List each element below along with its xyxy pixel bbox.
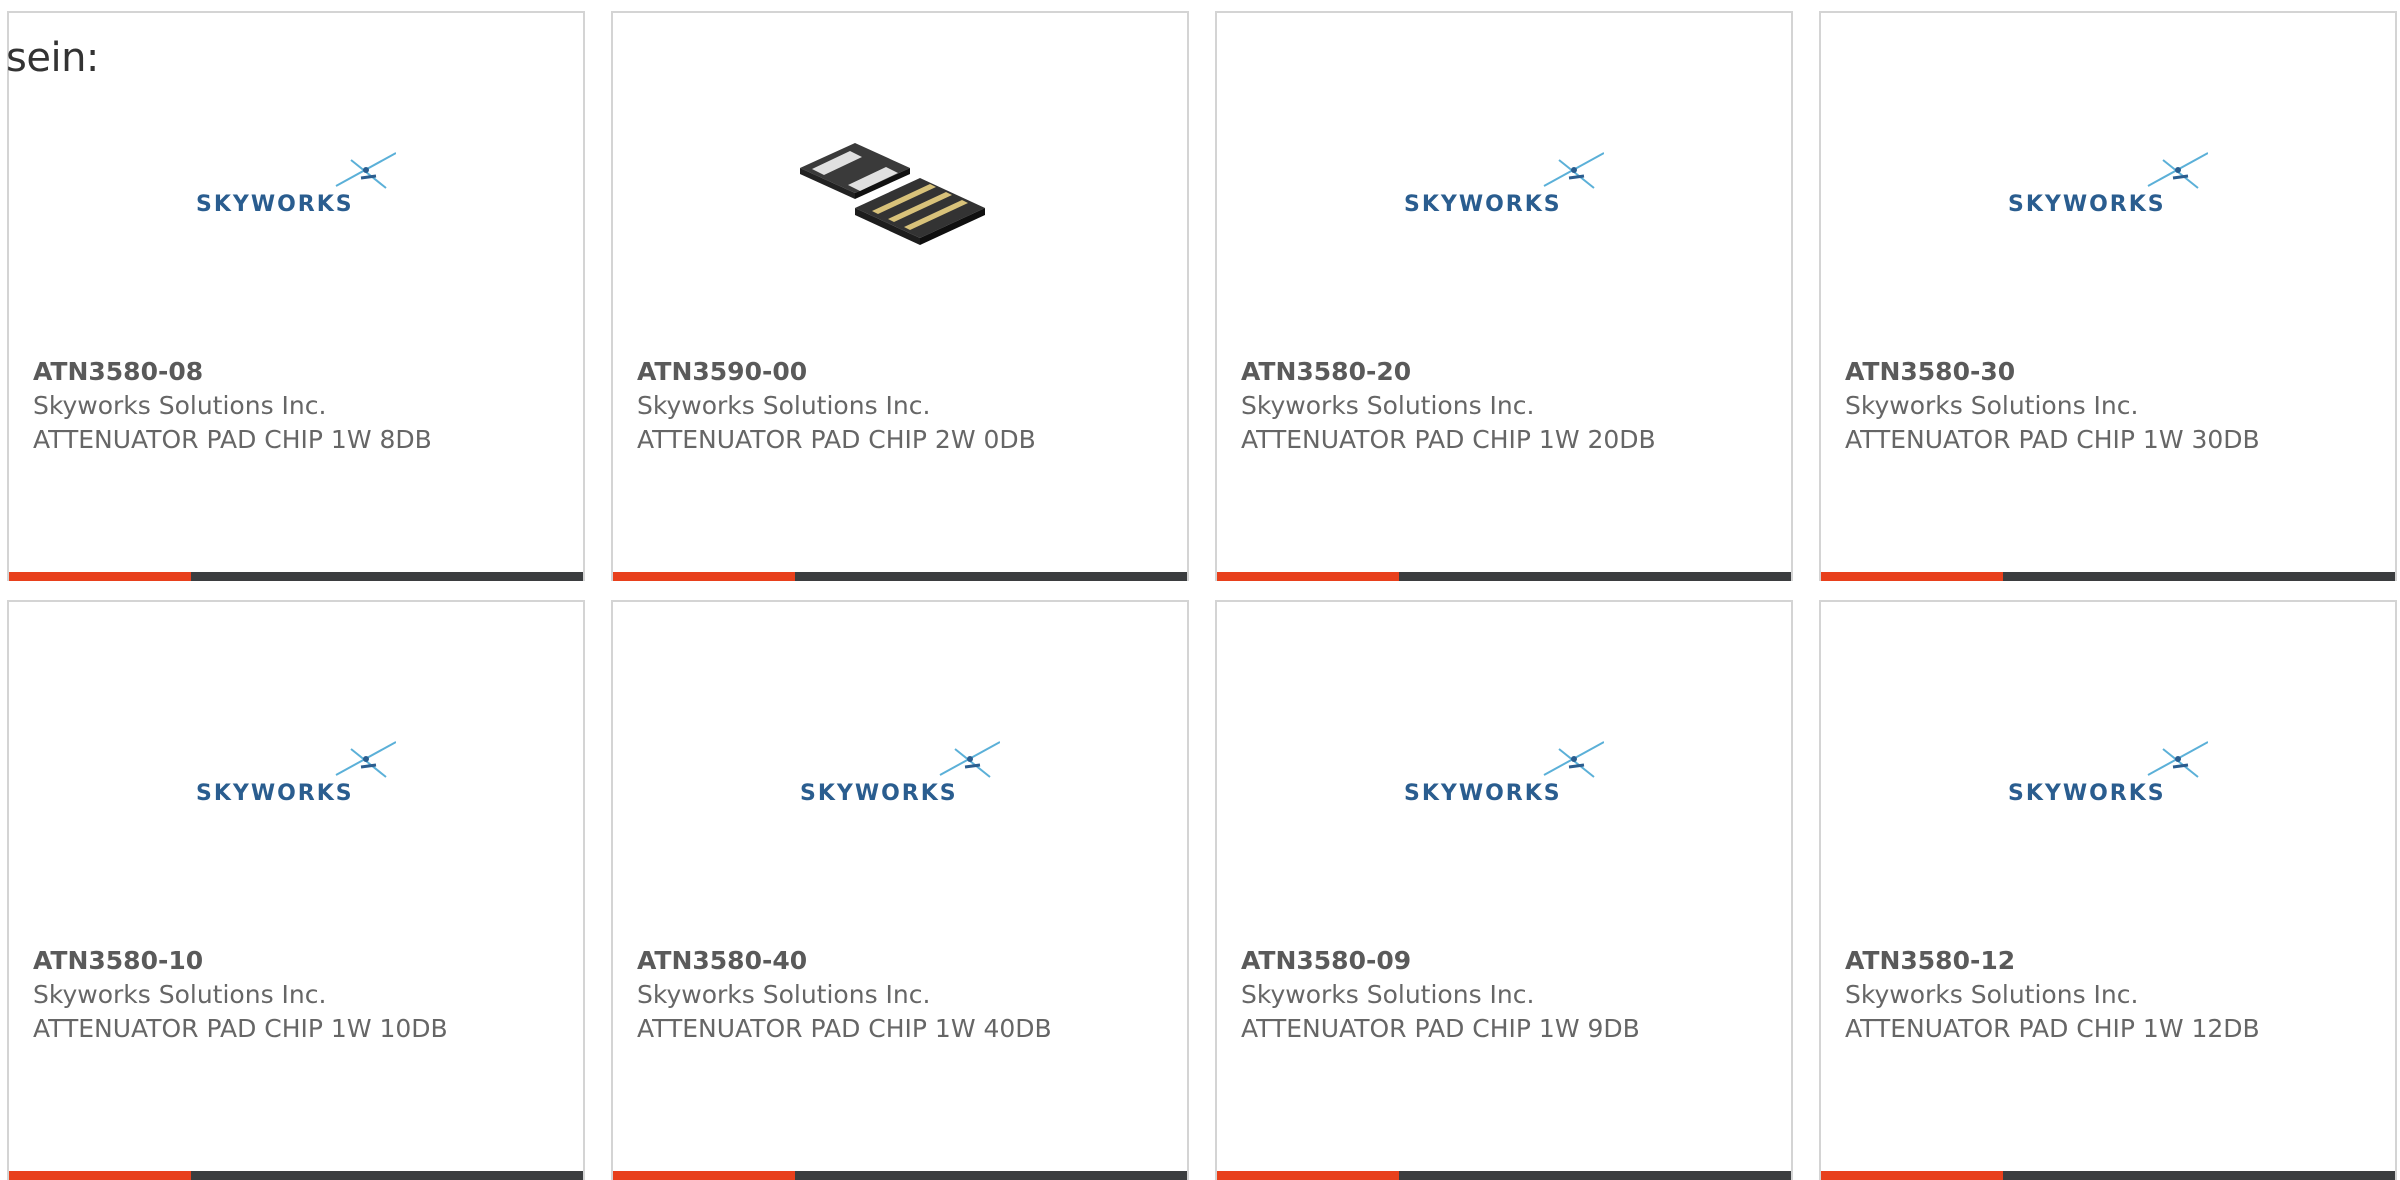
card-accent-bar [613, 1171, 1187, 1180]
card-accent-bar [1217, 572, 1791, 581]
product-card[interactable]: SKYWORKS ATN3580-10 Skyworks Solutions I… [7, 600, 585, 1180]
manufacturer-name: Skyworks Solutions Inc. [637, 980, 931, 1009]
product-image[interactable]: SKYWORKS [9, 722, 583, 872]
part-number[interactable]: ATN3580-40 [637, 944, 1163, 978]
product-description: ATTENUATOR PAD CHIP 1W 12DB [1845, 1014, 2260, 1043]
product-description: ATTENUATOR PAD CHIP 1W 10DB [33, 1014, 448, 1043]
product-card[interactable]: SKYWORKS ATN3580-20 Skyworks Solutions I… [1215, 11, 1793, 581]
skyworks-logo-icon: SKYWORKS [2008, 148, 2208, 223]
product-image[interactable]: SKYWORKS [1821, 722, 2395, 872]
part-number[interactable]: ATN3580-12 [1845, 944, 2371, 978]
product-card[interactable]: ATN3590-00 Skyworks Solutions Inc. ATTEN… [611, 11, 1189, 581]
skyworks-logo-icon: SKYWORKS [196, 148, 396, 223]
product-card[interactable]: SKYWORKS ATN3580-30 Skyworks Solutions I… [1819, 11, 2397, 581]
card-accent-bar [1821, 1171, 2395, 1180]
product-image[interactable]: SKYWORKS [1217, 133, 1791, 283]
product-description: ATTENUATOR PAD CHIP 1W 9DB [1241, 1014, 1640, 1043]
part-number[interactable]: ATN3580-09 [1241, 944, 1767, 978]
product-card[interactable]: SKYWORKS ATN3580-08 Skyworks Solutions I… [7, 11, 585, 581]
skyworks-logo-icon: SKYWORKS [1404, 148, 1604, 223]
manufacturer-name: Skyworks Solutions Inc. [1241, 391, 1535, 420]
product-image[interactable]: SKYWORKS [1821, 133, 2395, 283]
skyworks-logo-icon: SKYWORKS [2008, 737, 2208, 812]
manufacturer-name: Skyworks Solutions Inc. [1845, 980, 2139, 1009]
product-image[interactable]: SKYWORKS [613, 722, 1187, 872]
card-accent-bar [613, 572, 1187, 581]
product-description: ATTENUATOR PAD CHIP 1W 30DB [1845, 425, 2260, 454]
product-card[interactable]: SKYWORKS ATN3580-09 Skyworks Solutions I… [1215, 600, 1793, 1180]
product-description: ATTENUATOR PAD CHIP 2W 0DB [637, 425, 1036, 454]
product-image[interactable]: SKYWORKS [1217, 722, 1791, 872]
part-number[interactable]: ATN3590-00 [637, 355, 1163, 389]
product-image[interactable] [613, 133, 1187, 283]
intro-text: sein: [6, 35, 99, 81]
chip-component-icon [800, 143, 985, 245]
manufacturer-name: Skyworks Solutions Inc. [637, 391, 931, 420]
card-accent-bar [1217, 1171, 1791, 1180]
part-number[interactable]: ATN3580-20 [1241, 355, 1767, 389]
product-card[interactable]: SKYWORKS ATN3580-12 Skyworks Solutions I… [1819, 600, 2397, 1180]
product-description: ATTENUATOR PAD CHIP 1W 8DB [33, 425, 432, 454]
card-accent-bar [1821, 572, 2395, 581]
product-image[interactable]: SKYWORKS [9, 133, 583, 283]
skyworks-logo-icon: SKYWORKS [1404, 737, 1604, 812]
product-description: ATTENUATOR PAD CHIP 1W 40DB [637, 1014, 1052, 1043]
skyworks-logo-icon: SKYWORKS [800, 737, 1000, 812]
product-card[interactable]: SKYWORKS ATN3580-40 Skyworks Solutions I… [611, 600, 1189, 1180]
manufacturer-name: Skyworks Solutions Inc. [1241, 980, 1535, 1009]
part-number[interactable]: ATN3580-30 [1845, 355, 2371, 389]
manufacturer-name: Skyworks Solutions Inc. [1845, 391, 2139, 420]
part-number[interactable]: ATN3580-10 [33, 944, 559, 978]
manufacturer-name: Skyworks Solutions Inc. [33, 980, 327, 1009]
product-description: ATTENUATOR PAD CHIP 1W 20DB [1241, 425, 1656, 454]
part-number[interactable]: ATN3580-08 [33, 355, 559, 389]
manufacturer-name: Skyworks Solutions Inc. [33, 391, 327, 420]
card-accent-bar [9, 1171, 583, 1180]
card-accent-bar [9, 572, 583, 581]
skyworks-logo-icon: SKYWORKS [196, 737, 396, 812]
